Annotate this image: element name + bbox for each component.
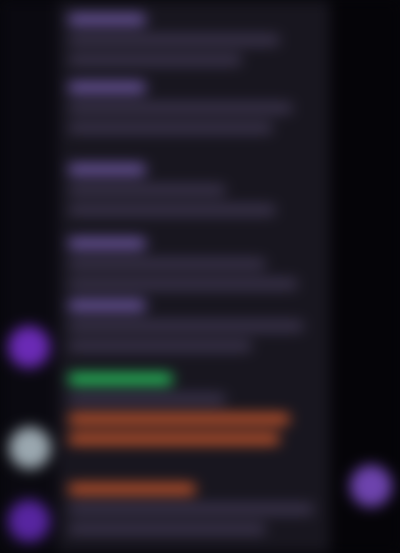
chat-message-group bbox=[68, 374, 316, 454]
highlighted-message-line bbox=[68, 414, 290, 424]
message-author-name bbox=[68, 238, 146, 249]
message-text-line bbox=[68, 185, 226, 195]
chat-message-group bbox=[68, 238, 316, 299]
avatar-icon bbox=[8, 500, 50, 542]
message-text-line bbox=[68, 55, 242, 65]
left-avatar-rail bbox=[0, 0, 58, 553]
message-text-line bbox=[68, 259, 266, 269]
message-text-line bbox=[68, 524, 266, 534]
highlighted-message-line bbox=[68, 484, 196, 494]
chat-message-group bbox=[68, 14, 316, 75]
chat-message-group bbox=[68, 164, 316, 225]
message-text-line bbox=[68, 103, 293, 113]
message-author-name bbox=[68, 300, 146, 311]
message-author-name bbox=[68, 164, 146, 175]
message-author-name bbox=[68, 14, 146, 25]
message-text-line bbox=[68, 321, 304, 331]
chat-message-group bbox=[68, 484, 316, 544]
avatar-icon bbox=[350, 465, 392, 507]
message-text-line bbox=[68, 394, 226, 404]
chat-message-group bbox=[68, 82, 316, 143]
message-text-line bbox=[68, 341, 252, 351]
highlighted-message-line bbox=[68, 374, 173, 384]
chat-message-group bbox=[68, 300, 316, 361]
avatar-icon bbox=[9, 427, 51, 469]
message-author-name bbox=[68, 82, 146, 93]
message-text-line bbox=[68, 279, 298, 289]
message-text-line bbox=[68, 35, 280, 45]
message-text-line bbox=[68, 123, 273, 133]
blurred-chat-screen bbox=[0, 0, 400, 553]
highlighted-message-line bbox=[68, 434, 280, 444]
message-text-line bbox=[68, 205, 276, 215]
blurred-interface bbox=[0, 0, 400, 553]
message-text-line bbox=[68, 504, 314, 514]
avatar-icon bbox=[8, 326, 50, 368]
